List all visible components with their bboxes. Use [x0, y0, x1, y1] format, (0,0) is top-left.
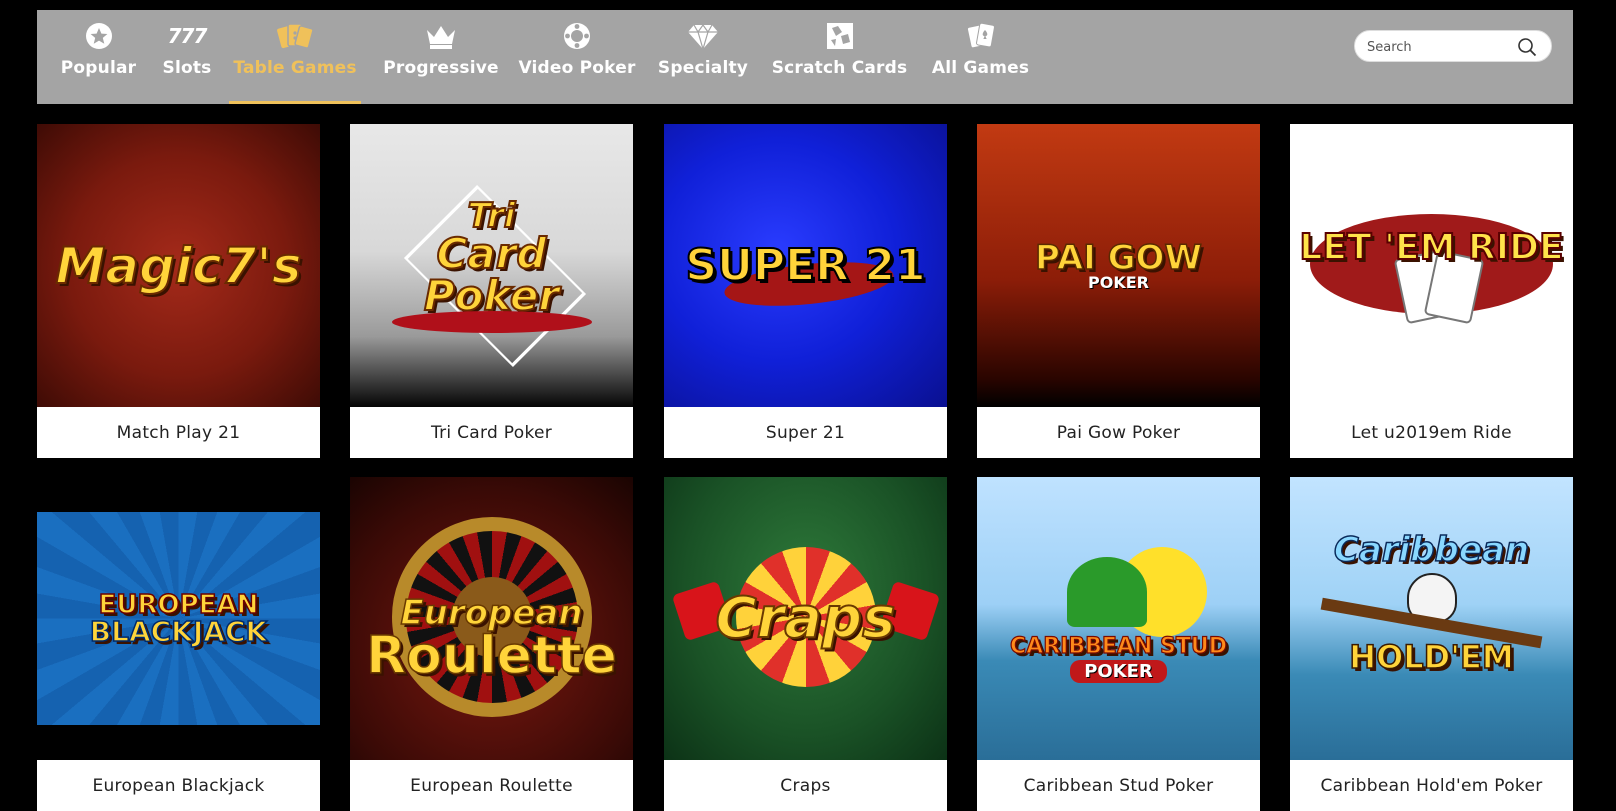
- palm-tree: [1067, 557, 1147, 627]
- blue-panel: EUROPEAN BLACKJACK: [37, 512, 320, 725]
- game-logo-line: European: [400, 592, 584, 633]
- game-logo: Craps: [715, 585, 897, 651]
- game-title: Tri Card Poker: [350, 407, 633, 458]
- game-tile-european-roulette[interactable]: European Roulette European Roulette: [350, 477, 633, 811]
- game-title: Let u2019em Ride: [1290, 407, 1573, 458]
- nav-item-video-poker[interactable]: Video Poker: [518, 10, 635, 104]
- cards-icon: [276, 20, 314, 52]
- game-title: Caribbean Stud Poker: [977, 760, 1260, 811]
- slots-777-icon: 777: [167, 24, 208, 48]
- nav-item-progressive[interactable]: Progressive: [383, 10, 499, 104]
- game-title: European Roulette: [350, 760, 633, 811]
- search-input[interactable]: [1365, 35, 1519, 59]
- playing-cards-icon: [965, 20, 997, 52]
- nav-item-slots[interactable]: 777 Slots: [162, 10, 212, 104]
- game-tile-super-21[interactable]: SUPER 21 Super 21: [664, 124, 947, 458]
- game-logo-line: Tri: [467, 195, 517, 236]
- nav-label: Scratch Cards: [771, 58, 908, 78]
- search-icon[interactable]: [1517, 37, 1537, 61]
- nav-label: Popular: [60, 58, 137, 78]
- game-title: Match Play 21: [37, 407, 320, 458]
- game-thumbnail: SUPER 21: [664, 124, 947, 407]
- game-thumbnail: Craps: [664, 477, 947, 760]
- game-tile-craps[interactable]: Craps Craps: [664, 477, 947, 811]
- nav-label: Slots: [162, 58, 212, 78]
- game-thumbnail: PAI GOW POKER: [977, 124, 1260, 407]
- game-tile-tri-card-poker[interactable]: Tri Card Poker Tri Card Poker: [350, 124, 633, 458]
- game-logo-line: HOLD'EM: [1349, 637, 1515, 676]
- game-thumbnail: Magic7's: [37, 124, 320, 407]
- game-tile-caribbean-stud-poker[interactable]: CARIBBEAN STUD POKER Caribbean Stud Poke…: [977, 477, 1260, 811]
- nav-item-scratch-cards[interactable]: Scratch Cards: [772, 10, 907, 104]
- game-title: European Blackjack: [37, 760, 320, 811]
- game-logo-line: Roulette: [365, 625, 617, 686]
- nav-item-popular[interactable]: Popular: [61, 10, 136, 104]
- game-logo-line: POKER: [1088, 272, 1149, 292]
- game-thumbnail: Tri Card Poker: [350, 124, 633, 407]
- game-logo-line: BLACKJACK: [89, 614, 268, 648]
- game-logo-line: Card: [436, 228, 548, 278]
- game-title: Super 21: [664, 407, 947, 458]
- game-tile-european-blackjack[interactable]: EUROPEAN BLACKJACK European Blackjack: [37, 477, 320, 811]
- game-thumbnail: EUROPEAN BLACKJACK: [37, 477, 320, 760]
- game-tile-let-em-ride[interactable]: LET 'EM RIDE Let u2019em Ride: [1290, 124, 1573, 458]
- game-thumbnail: LET 'EM RIDE: [1290, 124, 1573, 407]
- game-tile-pai-gow-poker[interactable]: PAI GOW POKER Pai Gow Poker: [977, 124, 1260, 458]
- game-logo: LET 'EM RIDE: [1298, 226, 1564, 268]
- game-title: Caribbean Hold'em Poker: [1290, 760, 1573, 811]
- crown-icon: [424, 20, 458, 52]
- scratch-card-icon: [826, 20, 854, 52]
- game-logo-line: POKER: [1084, 661, 1153, 682]
- game-tile-match-play-21[interactable]: Magic7's Match Play 21: [37, 124, 320, 458]
- logo-bar: POKER: [1070, 660, 1167, 683]
- game-thumbnail: European Roulette: [350, 477, 633, 760]
- poker-chip-icon: [563, 20, 591, 52]
- game-logo-line: EUROPEAN: [98, 589, 259, 620]
- nav-item-table-games[interactable]: Table Games: [229, 10, 361, 104]
- red-ribbon: [391, 310, 592, 333]
- game-tile-caribbean-holdem-poker[interactable]: Caribbean HOLD'EM Caribbean Hold'em Poke…: [1290, 477, 1573, 811]
- game-thumbnail: CARIBBEAN STUD POKER: [977, 477, 1260, 760]
- diamond-icon: [687, 20, 719, 52]
- nav-item-specialty[interactable]: Specialty: [658, 10, 748, 104]
- game-logo-line: PAI GOW: [1034, 237, 1202, 278]
- nav-label: Specialty: [657, 58, 749, 78]
- game-title: Pai Gow Poker: [977, 407, 1260, 458]
- game-logo-line: CARIBBEAN STUD: [1009, 634, 1227, 659]
- game-thumbnail: Caribbean HOLD'EM: [1290, 477, 1573, 760]
- nav-label: Progressive: [383, 58, 499, 78]
- nav-label: All Games: [931, 58, 1030, 78]
- star-icon: [85, 20, 113, 52]
- nav-label: Video Poker: [518, 58, 636, 78]
- nav-item-all-games[interactable]: All Games: [932, 10, 1029, 104]
- nav-label: Table Games: [233, 58, 357, 78]
- game-title: Craps: [664, 760, 947, 811]
- search-box: [1354, 30, 1552, 62]
- category-nav: Popular 777 Slots Table Games Progressiv…: [37, 10, 1573, 104]
- game-logo: SUPER 21: [684, 239, 926, 291]
- game-logo: Magic7's: [55, 236, 303, 295]
- game-logo-line: Caribbean: [1333, 529, 1530, 570]
